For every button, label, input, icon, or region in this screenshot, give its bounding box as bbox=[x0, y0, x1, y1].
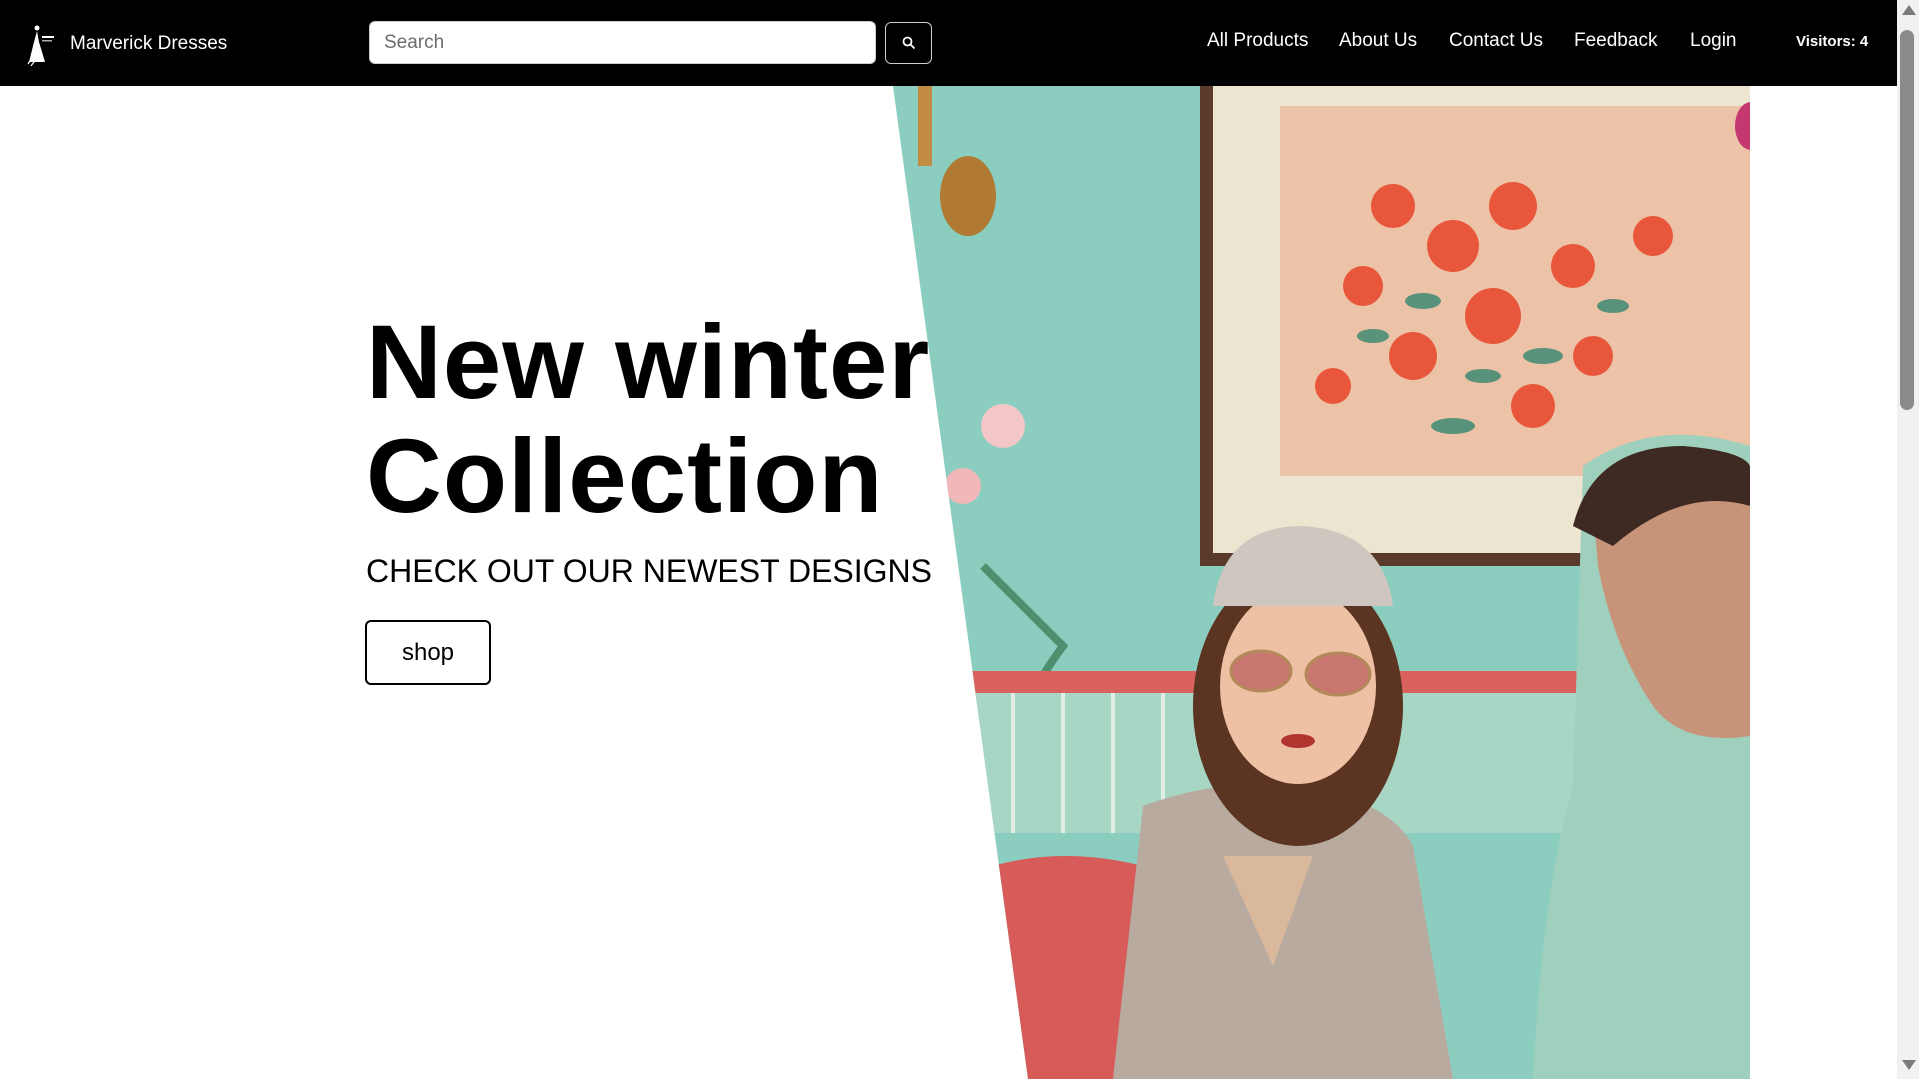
fashion-couple-photo bbox=[893, 86, 1750, 1079]
nav-about-us[interactable]: About Us bbox=[1339, 30, 1417, 52]
brand[interactable]: Marverick Dresses bbox=[25, 22, 227, 66]
dress-figure-logo-icon bbox=[25, 22, 65, 66]
hero-title: New winter Collection bbox=[366, 306, 930, 534]
visitor-counter: Visitors: 4 bbox=[1796, 33, 1869, 50]
hero-image bbox=[893, 86, 1750, 1079]
search-button[interactable] bbox=[885, 22, 932, 64]
nav-feedback[interactable]: Feedback bbox=[1574, 30, 1657, 52]
hero-subtitle: CHECK OUT OUR NEWEST DESIGNS bbox=[366, 553, 932, 589]
scroll-down-arrow-icon[interactable] bbox=[1902, 1060, 1916, 1070]
scroll-up-arrow-icon[interactable] bbox=[1902, 5, 1916, 15]
nav-contact-us[interactable]: Contact Us bbox=[1449, 30, 1543, 52]
brand-name[interactable]: Marverick Dresses bbox=[70, 33, 227, 55]
hero-title-line-1: New winter bbox=[366, 304, 931, 421]
search-input[interactable] bbox=[369, 21, 876, 64]
page-scrollbar[interactable] bbox=[1897, 0, 1919, 1079]
nav-all-products[interactable]: All Products bbox=[1207, 30, 1308, 52]
nav-login[interactable]: Login bbox=[1690, 30, 1737, 52]
top-navbar: Marverick Dresses All Products About Us … bbox=[0, 0, 1897, 86]
shop-button[interactable]: shop bbox=[365, 620, 491, 685]
hero-title-line-2: Collection bbox=[366, 418, 884, 535]
search-icon bbox=[902, 36, 915, 50]
scroll-thumb[interactable] bbox=[1900, 30, 1914, 410]
